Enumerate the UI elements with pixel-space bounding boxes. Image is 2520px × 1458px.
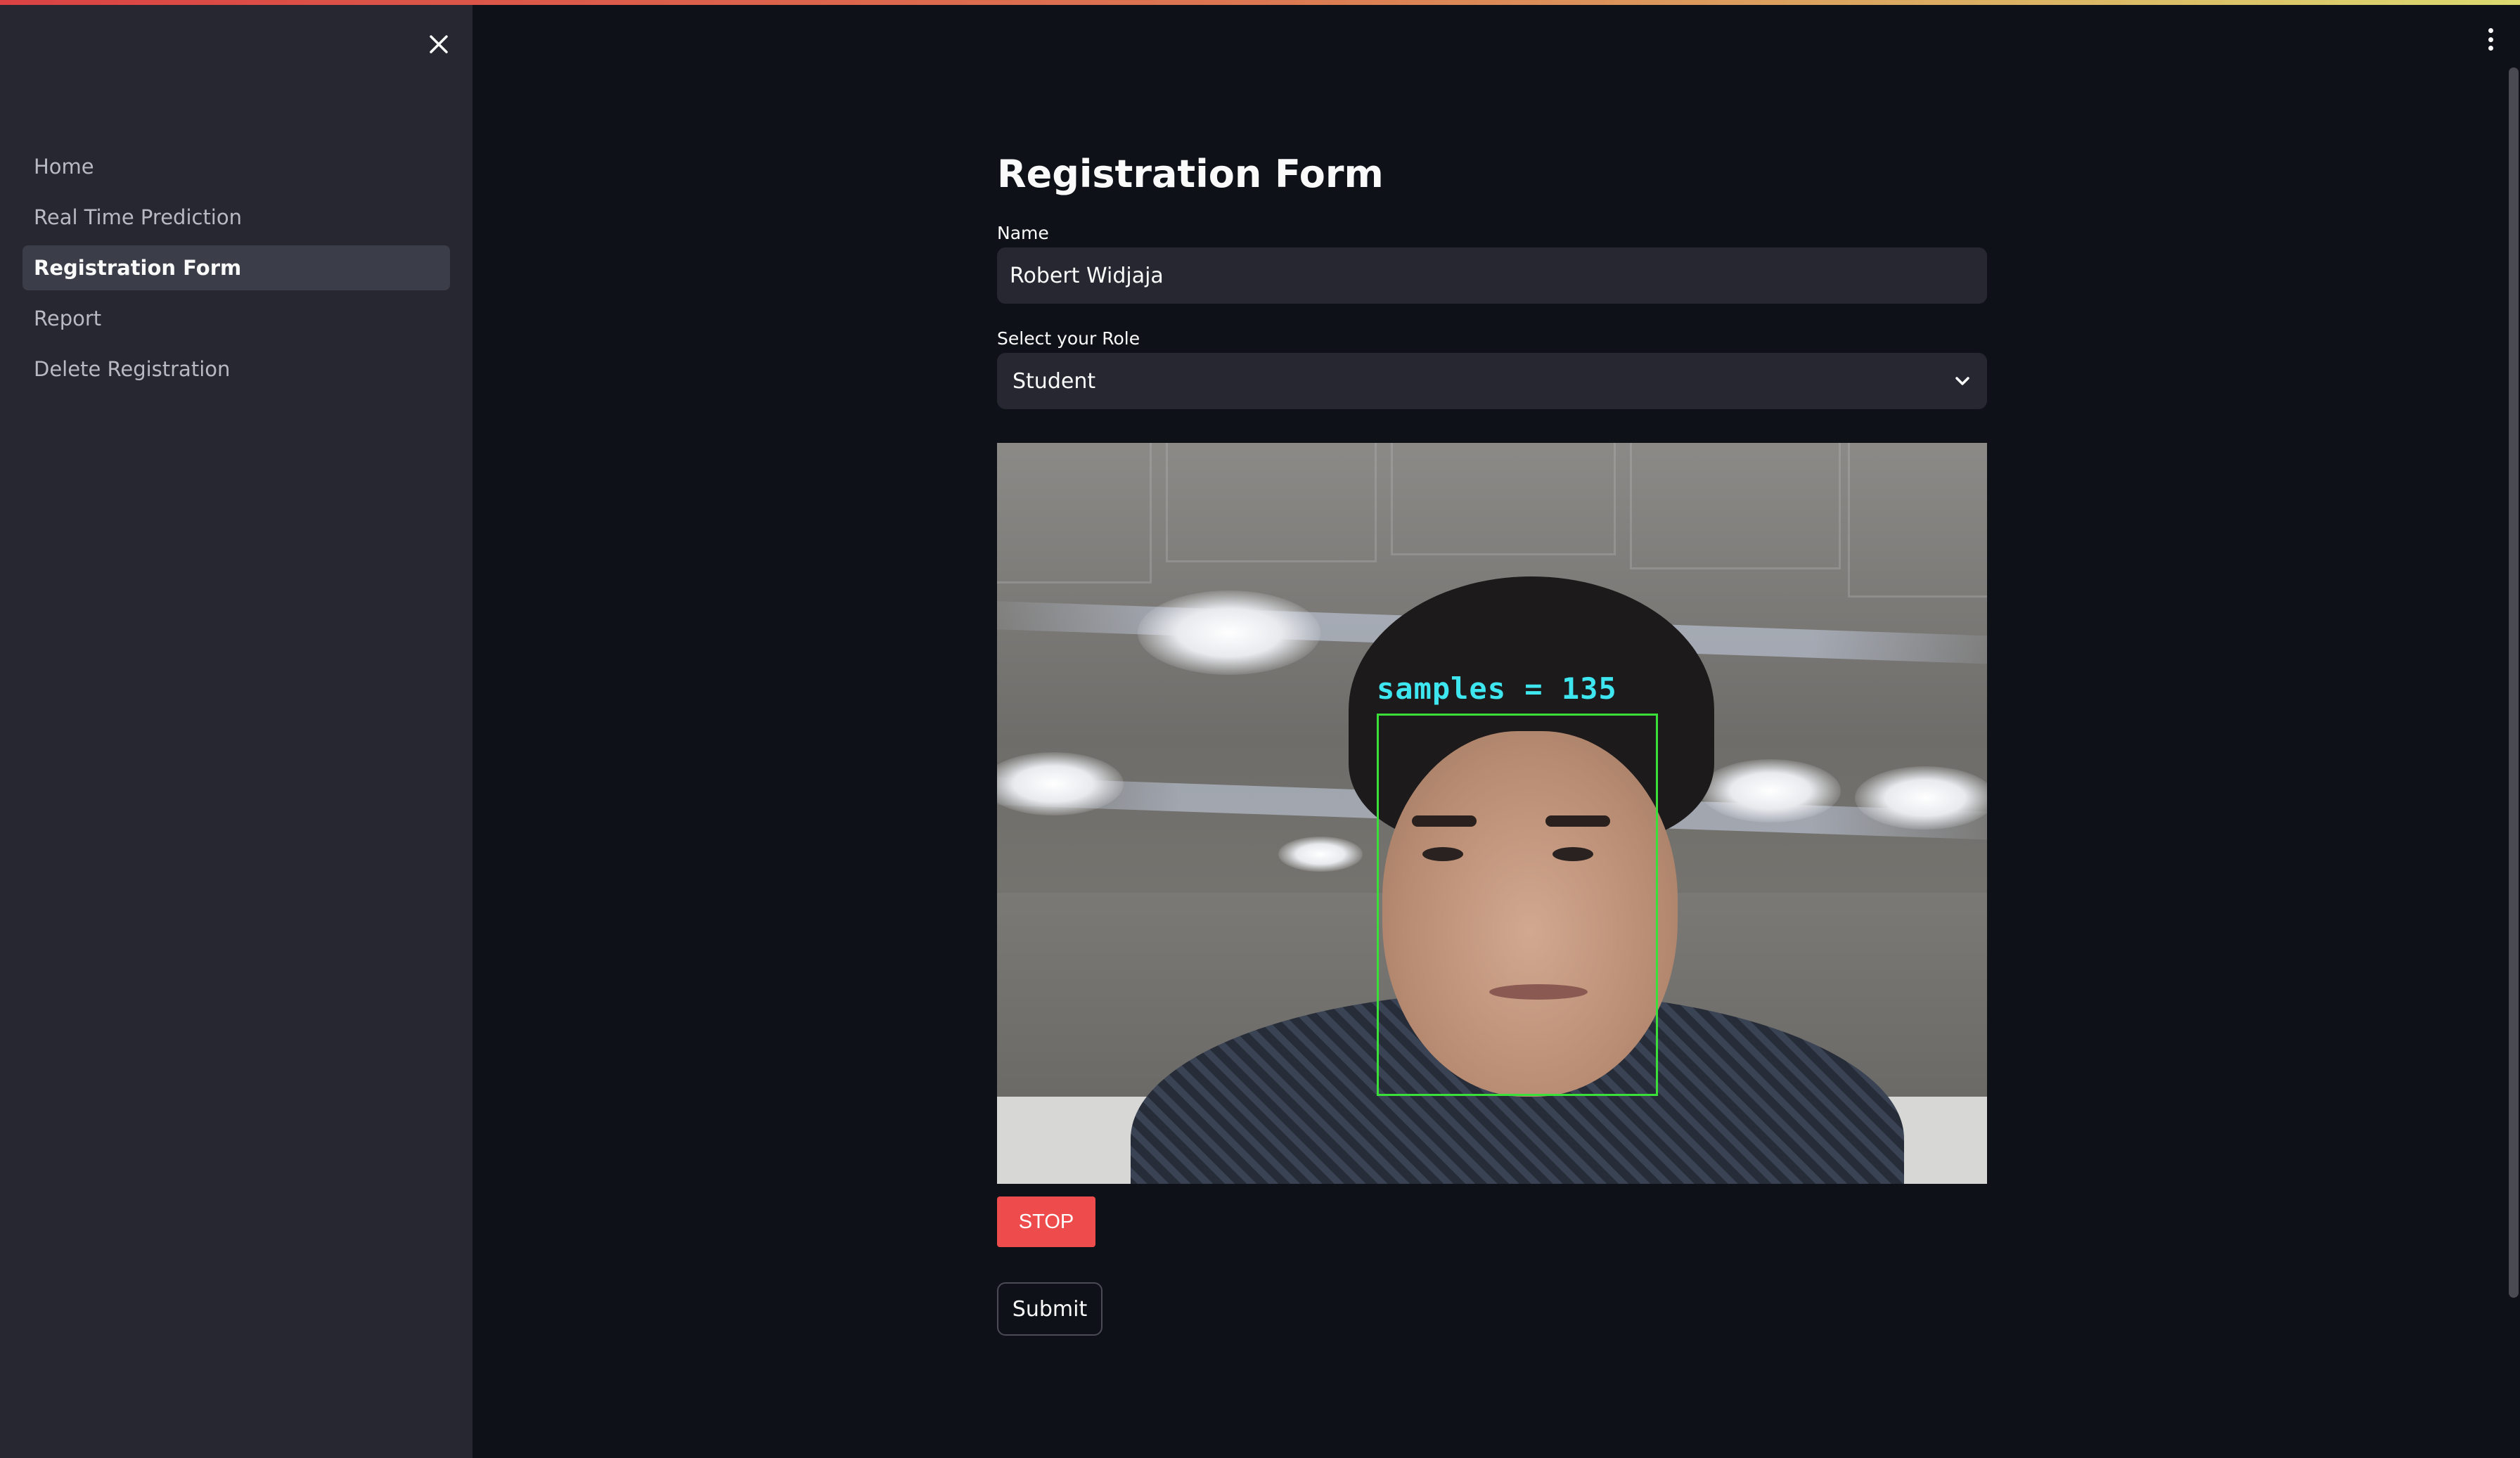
chevron-down-icon [1955, 377, 1969, 385]
sidebar-item-report[interactable]: Report [22, 296, 450, 341]
face-detection-box [1377, 714, 1658, 1096]
close-sidebar-button[interactable] [422, 27, 456, 61]
more-vertical-icon-dot [2488, 46, 2493, 51]
role-select[interactable]: Student [997, 353, 1987, 409]
stop-button[interactable]: STOP [997, 1196, 1095, 1247]
ceiling-tile [1848, 443, 1987, 598]
submit-button[interactable]: Submit [997, 1282, 1102, 1336]
sidebar-nav: Home Real Time Prediction Registration F… [22, 144, 450, 397]
role-selected-value: Student [1012, 368, 1096, 394]
ceiling-tile [1391, 443, 1616, 555]
sidebar: Home Real Time Prediction Registration F… [0, 5, 472, 1458]
more-vertical-icon [2488, 28, 2493, 33]
sidebar-item-label: Real Time Prediction [34, 205, 242, 229]
ceiling-light [1138, 591, 1320, 675]
name-label: Name [997, 223, 1049, 243]
scrollbar[interactable] [2509, 67, 2519, 1298]
name-input[interactable] [997, 247, 1987, 304]
sidebar-item-real-time-prediction[interactable]: Real Time Prediction [22, 195, 450, 240]
page-title: Registration Form [997, 152, 1384, 196]
sidebar-item-delete-registration[interactable]: Delete Registration [22, 347, 450, 392]
sidebar-item-home[interactable]: Home [22, 144, 450, 189]
sidebar-item-registration-form[interactable]: Registration Form [22, 245, 450, 290]
ceiling-light [1278, 837, 1363, 872]
webcam-video: samples = 135 [997, 443, 1987, 1184]
sidebar-item-label: Report [34, 307, 102, 330]
ceiling-tile [1166, 443, 1377, 562]
sidebar-item-label: Delete Registration [34, 357, 231, 381]
samples-counter: samples = 135 [1377, 671, 1617, 706]
main-menu-button[interactable] [2478, 24, 2503, 55]
ceiling-tile [1630, 443, 1841, 569]
ceiling-light [1855, 766, 1987, 830]
ceiling-light [1700, 759, 1841, 822]
main-content: Registration Form Name Select your Role … [997, 141, 1987, 1336]
ceiling-tile [997, 443, 1152, 583]
role-label: Select your Role [997, 328, 1140, 349]
more-vertical-icon-dot [2488, 37, 2493, 42]
sidebar-item-label: Home [34, 155, 94, 179]
sidebar-item-label: Registration Form [34, 256, 242, 280]
top-decoration-bar [0, 0, 2520, 5]
close-icon [430, 35, 448, 53]
